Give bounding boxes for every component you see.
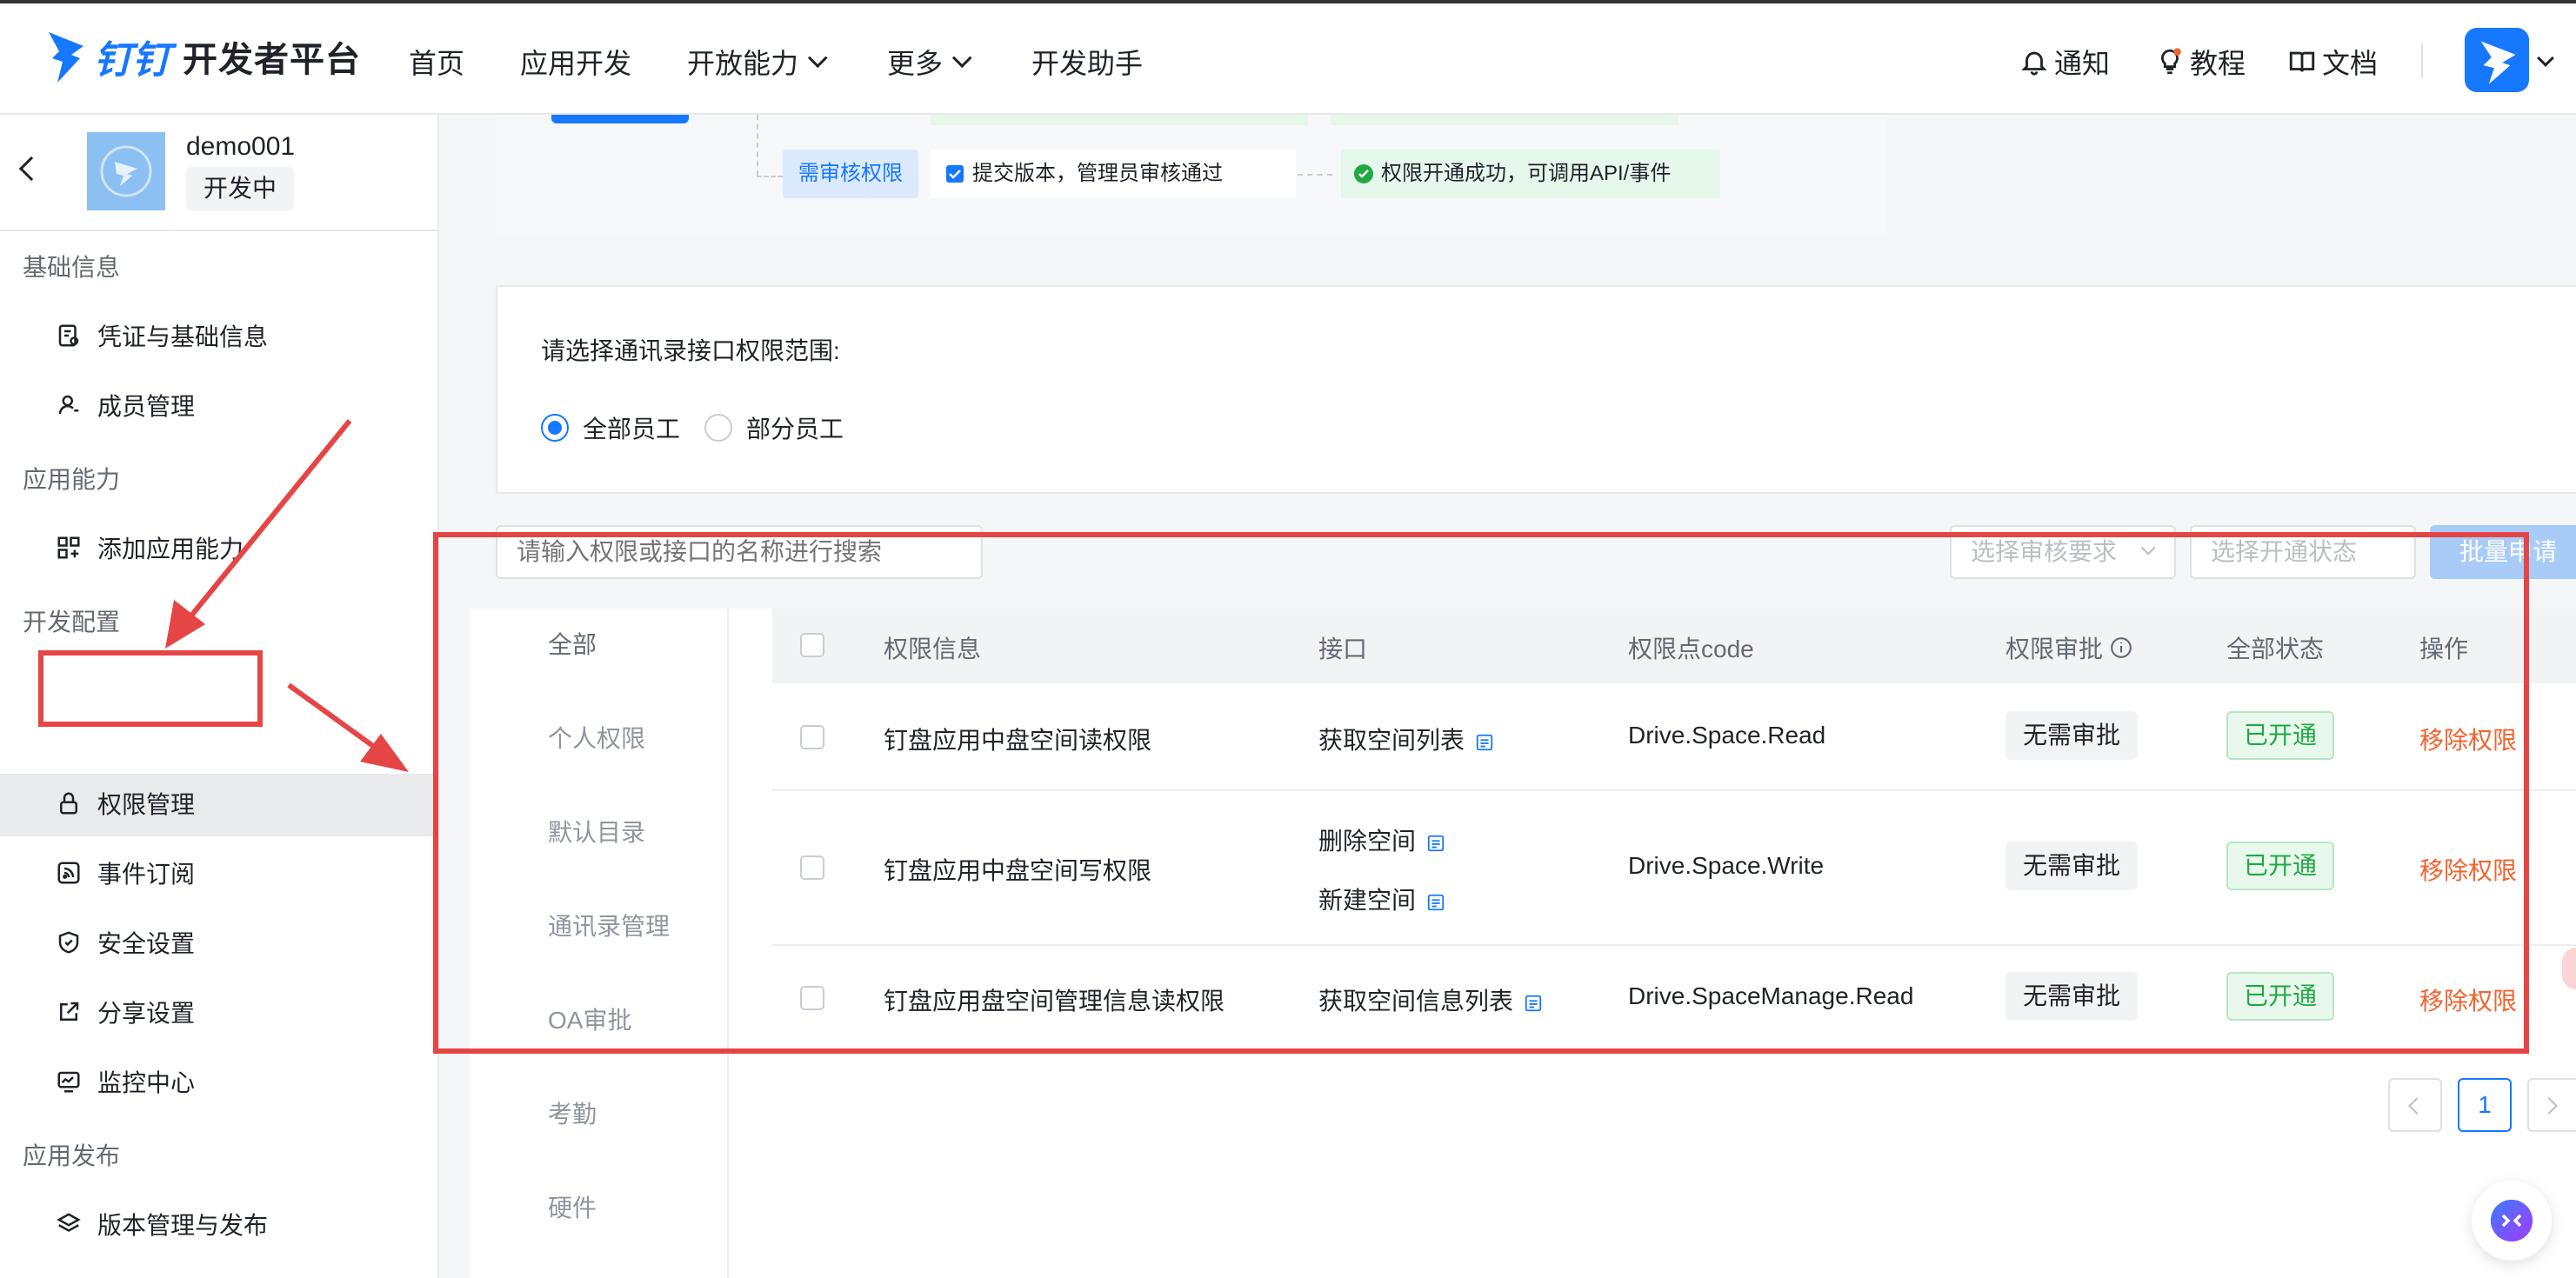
annotation-arrow [165, 419, 352, 649]
annotation-arrows [165, 419, 409, 772]
annotation-arrow [287, 682, 409, 772]
